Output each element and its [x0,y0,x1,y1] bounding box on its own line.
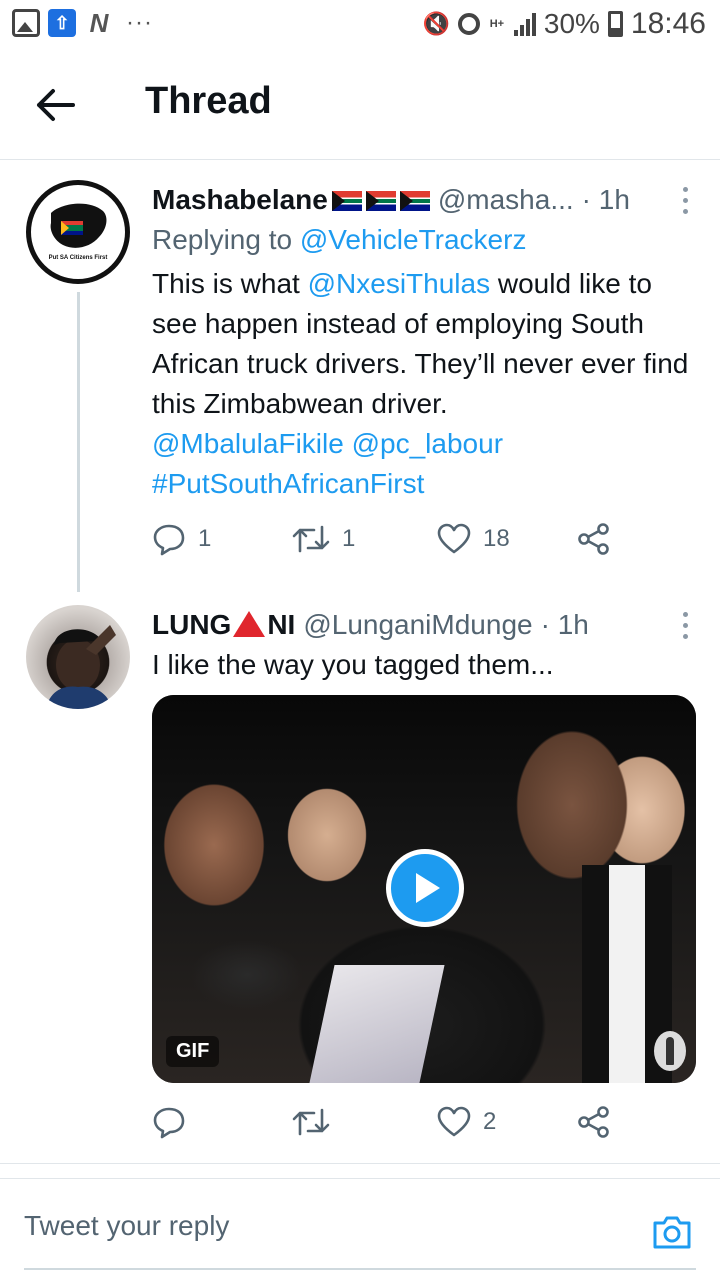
mention-link[interactable]: @pc_labour [352,428,503,459]
mute-icon: 🔇 [422,11,450,36]
gif-media[interactable]: GIF [152,695,696,1083]
tweet-text: I like the way you tagged them... [152,649,554,680]
mention-link[interactable]: @NxesiThulas [308,268,490,299]
reply-icon [153,524,185,556]
hashtag-link[interactable]: #PutSouthAfricanFirst [152,468,424,499]
tweet-text: This is what @NxesiThulas would like to … [152,264,697,504]
rocket-icon: ⇧ [48,9,76,37]
reply-input-underline [24,1268,696,1270]
thread-header: Thread [0,50,720,160]
tweet-time: · 1h [581,184,630,215]
camera-icon [653,1216,691,1249]
tweet-time: · 1h [540,609,589,640]
avatar-caption: Put SA Citizens First [49,255,108,261]
divider [0,1178,720,1179]
avatar[interactable] [26,605,130,709]
author-handle[interactable]: @LunganiMdunge [303,605,532,645]
retweet-icon [292,1108,330,1136]
reply-composer: Tweet your reply [0,1180,720,1280]
arrow-left-icon [37,89,75,121]
flag-emoji [328,180,430,220]
tweet-header: LUNG NI @LunganiMdunge · 1h [152,605,697,645]
more-options-icon[interactable] [673,607,697,643]
status-notifications: ⇧ N ··· [12,7,153,38]
sa-map-logo-icon: Put SA Citizens First [49,203,108,261]
battery-percent: 30% [543,8,600,39]
share-icon [578,523,609,555]
status-system: 🔇 H+ 30% 18:46 [422,7,706,41]
tweet-header: Mashabelane @masha... · 1h [152,180,697,220]
thread-connector [77,292,80,592]
more-options-icon[interactable] [673,182,697,218]
alarm-icon [457,13,480,35]
author-handle[interactable]: @masha... [438,180,574,220]
signal-icon [513,12,536,36]
avatar[interactable]: Put SA Citizens First [26,180,130,284]
tweet-text-part: This is what [152,268,300,299]
retweet-count: 1 [342,525,356,552]
play-button[interactable] [386,849,464,927]
reply-button[interactable]: 1 [152,522,292,556]
watermark-icon [654,1031,686,1071]
author-name[interactable]: LUNG NI [152,605,295,645]
heart-icon [437,1106,471,1137]
like-button[interactable]: 2 [437,1106,577,1138]
reply-button[interactable] [152,1105,292,1139]
back-button[interactable] [30,80,80,130]
replying-label: Replying to [152,224,293,255]
tweet[interactable]: Put SA Citizens First Mashabelane @masha… [0,180,720,592]
battery-icon [607,11,623,37]
reply-input[interactable]: Tweet your reply [24,1210,229,1242]
replying-mention[interactable]: @VehicleTrackerz [300,224,527,255]
mention-link[interactable]: @MbalulaFikile [152,428,344,459]
share-button[interactable] [577,1105,611,1139]
retweet-button[interactable] [292,1107,437,1137]
tweet[interactable]: LUNG NI @LunganiMdunge · 1h I like the wa… [0,605,720,1160]
like-count: 18 [483,525,510,552]
like-count: 2 [483,1108,497,1135]
author-name[interactable]: Mashabelane [152,180,328,220]
n-app-icon: N [89,7,109,38]
replying-to: Replying to @VehicleTrackerz [152,220,697,260]
share-icon [578,1106,609,1138]
network-icon: H+ [489,18,505,30]
avatar-photo-icon [46,625,116,709]
page-title: Thread [145,80,272,122]
heart-icon [437,523,471,554]
tweet-actions: 1 1 18 [152,522,611,556]
reply-count: 1 [198,525,212,552]
reply-icon [153,1107,185,1139]
tweet-actions: 2 [152,1105,611,1139]
retweet-button[interactable]: 1 [292,524,437,554]
gif-badge: GIF [166,1036,220,1067]
retweet-icon [292,525,330,553]
status-bar: ⇧ N ··· 🔇 H+ 30% 18:46 [0,0,720,50]
more-notifications-icon: ··· [126,9,153,36]
camera-button[interactable] [652,1214,692,1250]
divider [0,1163,720,1164]
gallery-icon [12,9,40,37]
clock: 18:46 [630,7,706,40]
red-triangle-icon [233,611,266,637]
like-button[interactable]: 18 [437,523,577,555]
share-button[interactable] [577,522,611,556]
